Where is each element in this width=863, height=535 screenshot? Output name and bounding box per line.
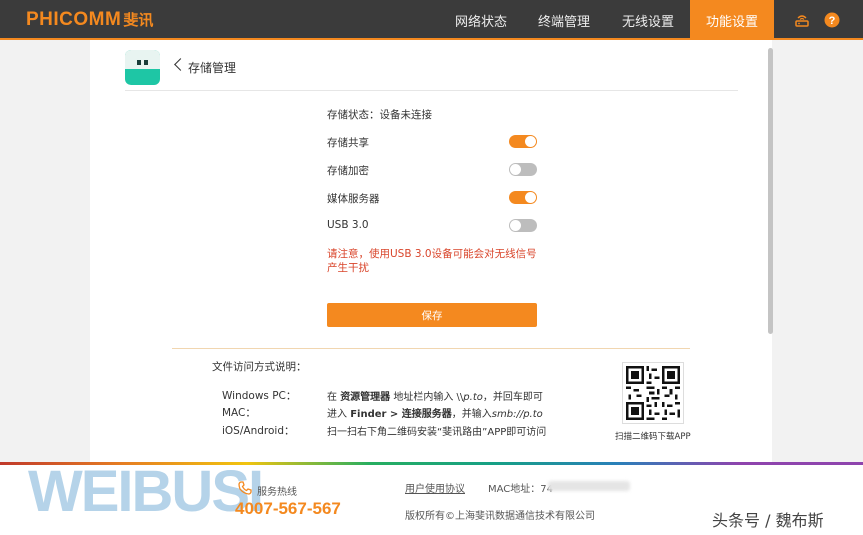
phicomm-logo[interactable]: PHICOMM 斐讯 [26, 9, 153, 31]
setting-label-usb3: USB 3.0 [327, 219, 369, 231]
instruction-windows: 在 资源管理器 地址栏内输入 \\p.to，并回车即可 [327, 392, 543, 403]
os-label-mobile: iOS/Android： [222, 425, 295, 437]
page-title[interactable]: 存储管理 [188, 59, 236, 76]
nav-wireless-settings[interactable]: 无线设置 [608, 0, 688, 40]
scrollbar[interactable] [768, 48, 773, 334]
top-header: PHICOMM 斐讯 网络状态 终端管理 无线设置 功能设置 ? [0, 0, 863, 40]
back-chevron-icon[interactable] [174, 58, 187, 71]
save-button[interactable]: 保存 [327, 303, 537, 327]
os-label-windows: Windows PC： [222, 390, 297, 402]
logo-text-cn: 斐讯 [123, 11, 154, 29]
usb3-warning: 请注意，使用USB 3.0设备可能会对无线信号产生干扰 [327, 248, 537, 274]
router-icon[interactable] [794, 12, 810, 28]
page-header: 存储管理 [125, 48, 738, 91]
qr-code-icon [626, 366, 680, 420]
help-icon[interactable]: ? [824, 12, 840, 28]
logo-text-en: PHICOMM [26, 9, 122, 30]
toggle-usb3[interactable] [509, 219, 537, 232]
storage-status: 存储状态：设备未连接 [327, 109, 432, 121]
watermark-text: WEIBUSI [28, 459, 264, 524]
hotline-label: 服务热线 [257, 487, 297, 498]
nav-feature-settings[interactable]: 功能设置 [690, 0, 774, 40]
author-byline: 头条号 / 魏布斯 [712, 511, 824, 530]
setting-label-storage-share: 存储共享 [327, 137, 369, 149]
toggle-media-server[interactable] [509, 191, 537, 204]
app-download-qr-code [622, 362, 684, 424]
nav-network-status[interactable]: 网络状态 [442, 0, 520, 40]
mac-address: MAC地址：74 [488, 484, 553, 495]
phone-icon [238, 481, 252, 495]
mac-address-redacted [548, 481, 630, 491]
user-agreement-link[interactable]: 用户使用协议 [405, 480, 465, 495]
section-divider [172, 348, 690, 349]
copyright: 版权所有©上海斐讯数据通信技术有限公司 [405, 511, 595, 522]
instruction-mac: 进入 Finder > 连接服务器，并输入smb://p.to [327, 409, 543, 420]
os-label-mac: MAC： [222, 407, 256, 419]
access-instructions-title: 文件访问方式说明： [212, 361, 307, 373]
toggle-storage-share[interactable] [509, 135, 537, 148]
instruction-mobile: 扫一扫右下角二维码安装“斐讯路由”APP即可访问 [327, 427, 547, 438]
toggle-storage-encrypt[interactable] [509, 163, 537, 176]
nav-device-management[interactable]: 终端管理 [524, 0, 604, 40]
setting-label-storage-encrypt: 存储加密 [327, 165, 369, 177]
qr-caption: 扫描二维码下载APP [615, 432, 691, 442]
svg-text:?: ? [829, 15, 836, 27]
hotline-number: 4007-567-567 [235, 499, 341, 518]
setting-label-media-server: 媒体服务器 [327, 193, 380, 205]
storage-app-icon [125, 50, 160, 85]
